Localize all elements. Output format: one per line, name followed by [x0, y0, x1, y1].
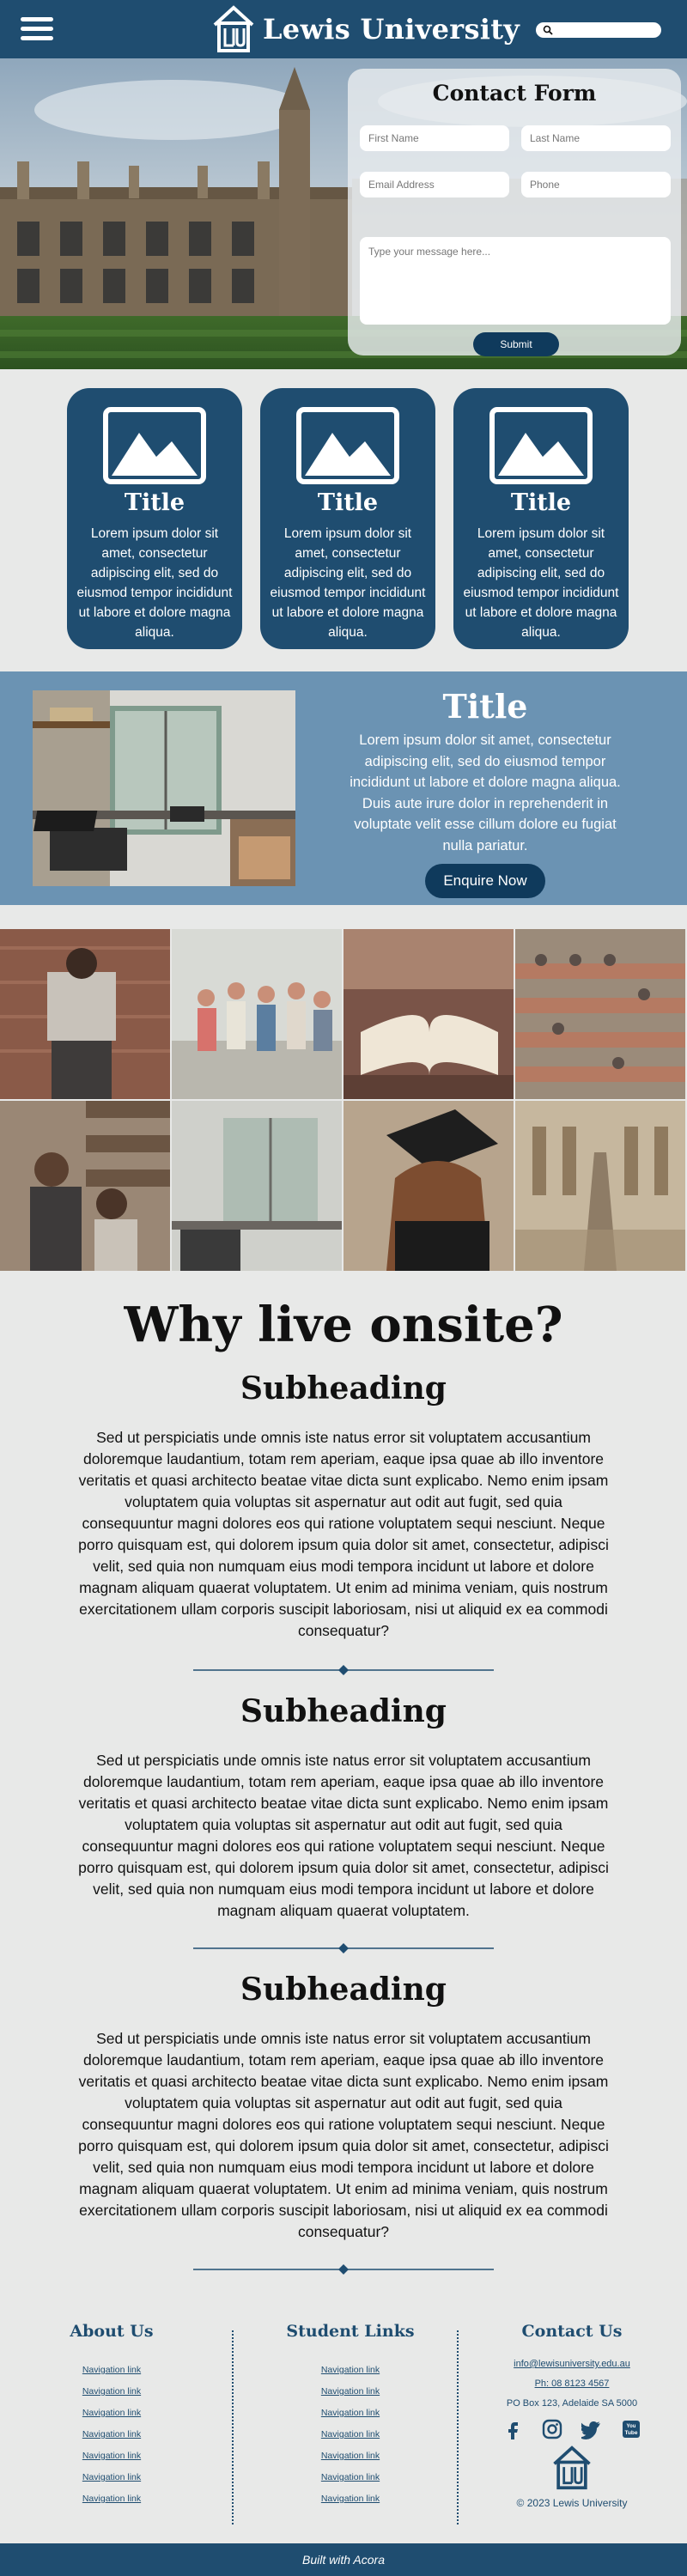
contact-form: Contact Form Submit: [348, 69, 681, 356]
facebook-icon[interactable]: [502, 2419, 523, 2439]
svg-text:You: You: [627, 2424, 636, 2429]
footer-divider: [457, 2330, 459, 2524]
footer-nav-link[interactable]: Navigation link: [9, 2424, 215, 2445]
youtube-icon[interactable]: You Tube: [621, 2419, 641, 2439]
section-subheading: Subheading: [240, 1971, 447, 2008]
footer-nav-link[interactable]: Navigation link: [9, 2360, 215, 2381]
footer-student-column: Student Links Navigation link Navigation…: [247, 2310, 453, 2510]
footer-address: PO Box 123, Adelaide SA 5000: [506, 2398, 638, 2409]
card-section: Title Lorem ipsum dolor sit amet, consec…: [0, 369, 687, 671]
why-heading: Why live onsite?: [124, 1297, 563, 1353]
hamburger-menu-icon[interactable]: [21, 17, 53, 41]
card-title: Title: [124, 489, 185, 516]
gallery-image-students-group[interactable]: [172, 929, 342, 1099]
section-paragraph: Sed ut perspiciatis unde omnis iste natu…: [78, 2030, 609, 2240]
site-header: Lewis University: [0, 0, 687, 58]
feature-section: Title Lorem ipsum dolor sit amet, consec…: [0, 671, 687, 905]
footer-nav-link[interactable]: Navigation link: [247, 2381, 453, 2403]
section-subheading: Subheading: [240, 1370, 447, 1406]
feature-title: Title: [442, 687, 528, 726]
gallery-image-lecture-hall[interactable]: [515, 929, 685, 1099]
footer-nav-link[interactable]: Navigation link: [247, 2488, 453, 2510]
message-field[interactable]: [360, 237, 671, 325]
copyright-text: © 2023 Lewis University: [516, 2497, 628, 2509]
search-bar[interactable]: [536, 22, 661, 38]
gallery-image-books-brick[interactable]: [0, 929, 170, 1099]
image-placeholder-icon: [489, 407, 593, 484]
phone-field[interactable]: [521, 172, 671, 197]
footer-contact-heading: Contact Us: [521, 2322, 623, 2341]
gallery-image-library-students[interactable]: [0, 1101, 170, 1271]
info-card[interactable]: Title Lorem ipsum dolor sit amet, consec…: [260, 388, 435, 649]
email-field[interactable]: [360, 172, 509, 197]
card-title: Title: [510, 489, 572, 516]
image-placeholder-icon: [103, 407, 206, 484]
svg-text:Tube: Tube: [624, 2430, 637, 2436]
contact-form-title: Contact Form: [432, 81, 597, 106]
footer-nav-link[interactable]: Navigation link: [247, 2445, 453, 2467]
decorative-divider-icon: [193, 1943, 494, 1953]
footer-nav-link[interactable]: Navigation link: [247, 2403, 453, 2424]
social-links: You Tube: [469, 2419, 675, 2439]
feature-text: Lorem ipsum dolor sit amet, consectetur …: [350, 732, 621, 854]
footer-student-heading: Student Links: [286, 2322, 415, 2341]
gallery-image-cathedral-hall[interactable]: [515, 1101, 685, 1271]
footer-divider: [232, 2330, 234, 2524]
card-text: Lorem ipsum dolor sit amet, consectetur …: [463, 526, 619, 640]
gallery-image-open-book[interactable]: [344, 929, 514, 1099]
first-name-field[interactable]: [360, 125, 509, 151]
footer: About Us Navigation link Navigation link…: [0, 2310, 687, 2533]
footer-contact-column: Contact Us info@lewisuniversity.edu.au P…: [469, 2310, 675, 2509]
submit-button[interactable]: Submit: [473, 332, 559, 356]
footer-nav-link[interactable]: Navigation link: [9, 2381, 215, 2403]
built-with-bar: Built with Acora: [0, 2543, 687, 2576]
footer-nav-link[interactable]: Navigation link: [247, 2360, 453, 2381]
search-icon: [543, 25, 553, 35]
footer-nav-link[interactable]: Navigation link: [9, 2467, 215, 2488]
footer-logo-icon: [553, 2445, 591, 2490]
instagram-icon[interactable]: [542, 2419, 562, 2439]
university-logo-icon: [213, 5, 254, 52]
gallery-image-graduation[interactable]: [344, 1101, 514, 1271]
enquire-now-button[interactable]: Enquire Now: [425, 864, 545, 898]
info-card[interactable]: Title Lorem ipsum dolor sit amet, consec…: [453, 388, 629, 649]
footer-nav-link[interactable]: Navigation link: [9, 2403, 215, 2424]
card-text: Lorem ipsum dolor sit amet, consectetur …: [76, 526, 233, 640]
card-title: Title: [317, 489, 379, 516]
footer-about-heading: About Us: [70, 2322, 154, 2341]
footer-nav-link[interactable]: Navigation link: [247, 2467, 453, 2488]
section-paragraph: Sed ut perspiciatis unde omnis iste natu…: [78, 1429, 609, 1639]
photo-gallery: [0, 929, 687, 1273]
site-logo[interactable]: Lewis University: [211, 3, 520, 55]
section-subheading: Subheading: [240, 1693, 447, 1729]
study-room-image: [33, 690, 295, 886]
info-card[interactable]: Title Lorem ipsum dolor sit amet, consec…: [67, 388, 242, 649]
decorative-divider-icon: [193, 2264, 494, 2275]
footer-nav-link[interactable]: Navigation link: [9, 2445, 215, 2467]
footer-phone-link[interactable]: Ph: 08 8123 4567: [535, 2379, 610, 2389]
gallery-image-study-room[interactable]: [172, 1101, 342, 1271]
twitter-icon[interactable]: [578, 2419, 602, 2439]
last-name-field[interactable]: [521, 125, 671, 151]
card-text: Lorem ipsum dolor sit amet, consectetur …: [270, 526, 426, 640]
footer-nav-link[interactable]: Navigation link: [247, 2424, 453, 2445]
site-title: Lewis University: [263, 13, 520, 46]
footer-about-column: About Us Navigation link Navigation link…: [9, 2310, 215, 2510]
decorative-divider-icon: [193, 1665, 494, 1675]
section-paragraph: Sed ut perspiciatis unde omnis iste natu…: [78, 1752, 609, 1919]
image-placeholder-icon: [296, 407, 399, 484]
search-input[interactable]: [555, 23, 656, 37]
hero-section: Contact Form Submit: [0, 58, 687, 369]
footer-email-link[interactable]: info@lewisuniversity.edu.au: [514, 2359, 630, 2369]
footer-nav-link[interactable]: Navigation link: [9, 2488, 215, 2510]
